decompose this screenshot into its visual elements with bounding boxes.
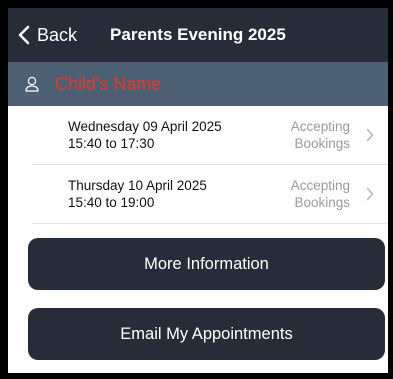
status-line: Bookings [294,135,350,151]
session-status: Accepting Bookings [291,106,350,163]
more-information-button[interactable]: More Information [28,238,385,290]
child-selector[interactable]: Child's Name [8,62,388,106]
divider [32,223,388,224]
chevron-right-icon [366,128,374,142]
session-date: Wednesday 09 April 2025 [68,118,222,134]
session-list: Wednesday 09 April 2025 15:40 to 17:30 A… [8,106,388,224]
status-line: Accepting [290,118,350,134]
session-status: Accepting Bookings [291,165,350,222]
session-row[interactable]: Wednesday 09 April 2025 15:40 to 17:30 A… [8,106,388,163]
back-button[interactable]: Back [8,8,77,62]
child-name: Child's Name [55,73,162,94]
chevron-left-icon [18,25,30,45]
session-date: Thursday 10 April 2025 [68,177,207,193]
session-row[interactable]: Thursday 10 April 2025 15:40 to 19:00 Ac… [8,165,388,222]
session-time: 15:40 to 19:00 [68,194,155,210]
navigation-bar: Back Parents Evening 2025 [8,8,388,62]
person-icon [25,76,39,92]
back-label: Back [37,24,78,45]
app-screen: Back Parents Evening 2025 Child's Name W… [8,8,388,373]
session-time: 15:40 to 17:30 [68,135,155,151]
status-line: Accepting [290,177,350,193]
email-appointments-button[interactable]: Email My Appointments [28,308,385,360]
device-frame: Back Parents Evening 2025 Child's Name W… [0,0,393,379]
status-line: Bookings [294,194,350,210]
page-title: Parents Evening 2025 [110,25,286,44]
chevron-right-icon [366,187,374,201]
